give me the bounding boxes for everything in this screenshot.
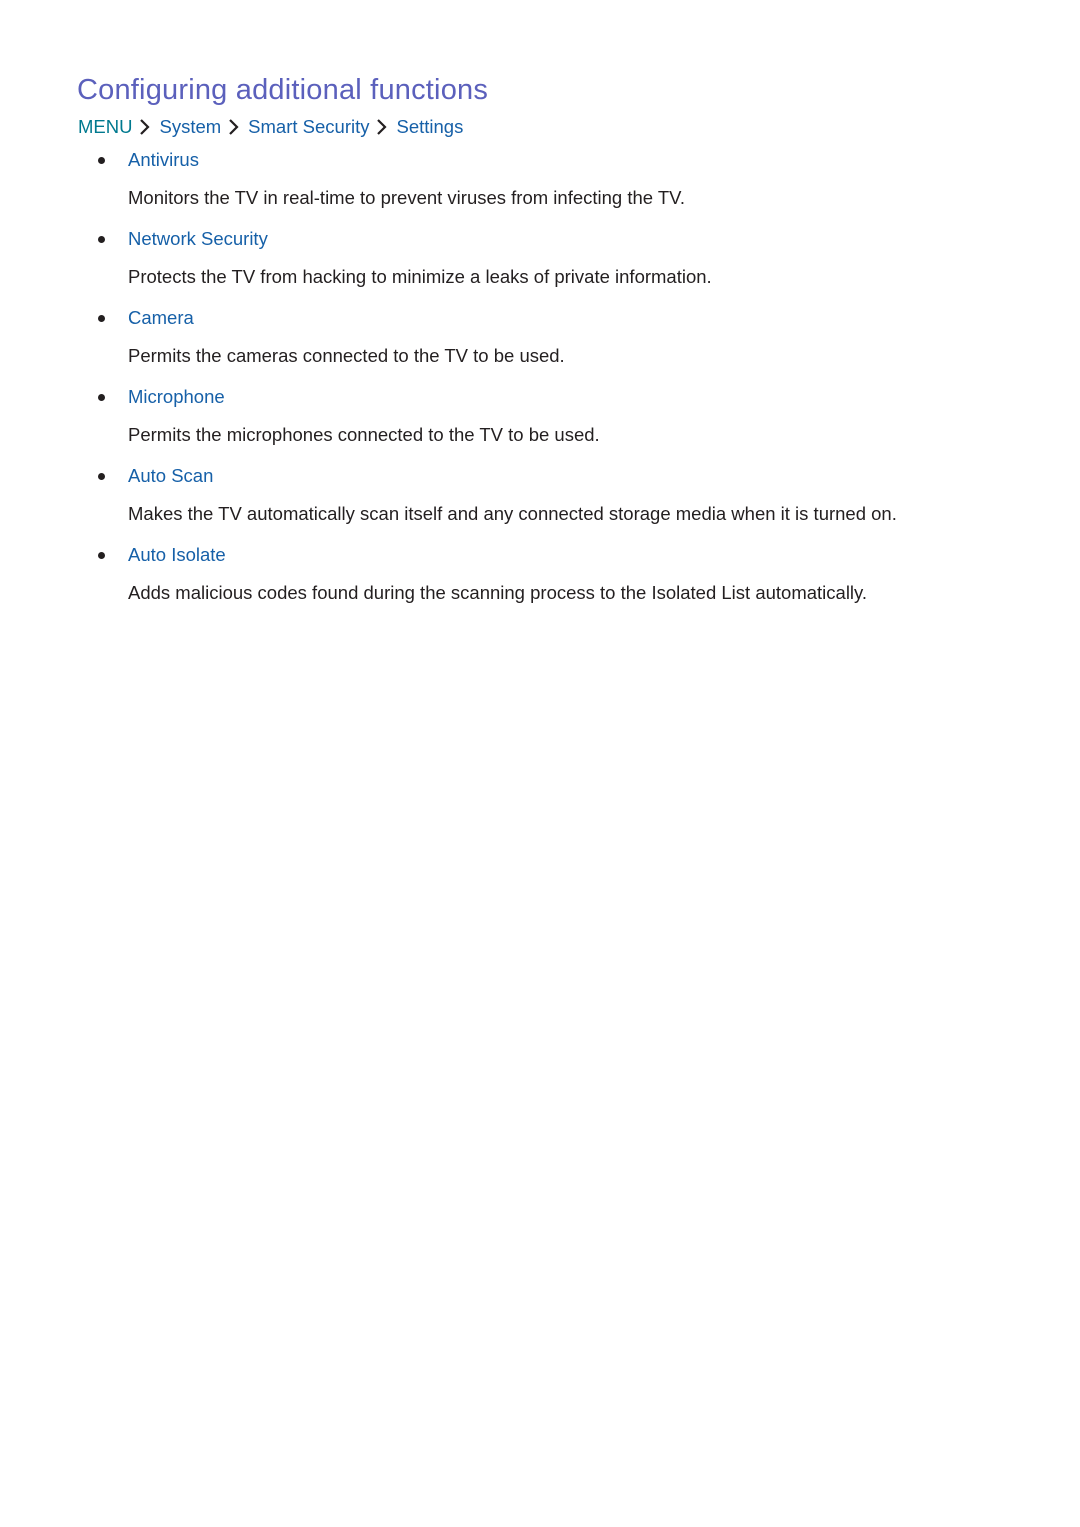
bullet-icon: [98, 236, 105, 243]
item-description: Protects the TV from hacking to minimize…: [128, 266, 712, 287]
chevron-right-icon: [226, 115, 244, 139]
list-item: Camera Permits the cameras connected to …: [0, 304, 1080, 383]
list-item: Antivirus Monitors the TV in real-time t…: [0, 146, 1080, 225]
breadcrumb-menu: MENU: [78, 116, 133, 137]
breadcrumb-smart-security: Smart Security: [248, 116, 370, 137]
item-description: Permits the microphones connected to the…: [128, 424, 600, 445]
list-item: Network Security Protects the TV from ha…: [0, 225, 1080, 304]
item-title-auto-scan: Auto Scan: [128, 465, 214, 486]
item-title-camera: Camera: [128, 307, 194, 328]
item-title-microphone: Microphone: [128, 386, 225, 407]
item-title-antivirus: Antivirus: [128, 149, 199, 170]
bullet-icon: [98, 473, 105, 480]
item-description: Makes the TV automatically scan itself a…: [128, 503, 897, 524]
item-description: Monitors the TV in real-time to prevent …: [128, 187, 685, 208]
breadcrumb: MENU System Smart Security Settings: [78, 115, 463, 139]
bullet-icon: [98, 157, 105, 164]
chevron-right-icon: [137, 115, 155, 139]
page-title: Configuring additional functions: [77, 74, 489, 106]
item-description: Adds malicious codes found during the sc…: [128, 582, 868, 603]
item-description: Permits the cameras connected to the TV …: [128, 345, 565, 366]
breadcrumb-settings: Settings: [396, 116, 464, 137]
bullet-icon: [98, 394, 105, 401]
bullet-icon: [98, 315, 105, 322]
list-item: Auto Isolate Adds malicious codes found …: [0, 541, 1080, 620]
list-item: Auto Scan Makes the TV automatically sca…: [0, 462, 1080, 541]
bullet-icon: [98, 552, 105, 559]
chevron-right-icon: [374, 115, 392, 139]
breadcrumb-system: System: [159, 116, 222, 137]
item-title-auto-isolate: Auto Isolate: [128, 544, 226, 565]
settings-list: Antivirus Monitors the TV in real-time t…: [0, 146, 1080, 620]
list-item: Microphone Permits the microphones conne…: [0, 383, 1080, 462]
item-title-network-security: Network Security: [128, 228, 268, 249]
